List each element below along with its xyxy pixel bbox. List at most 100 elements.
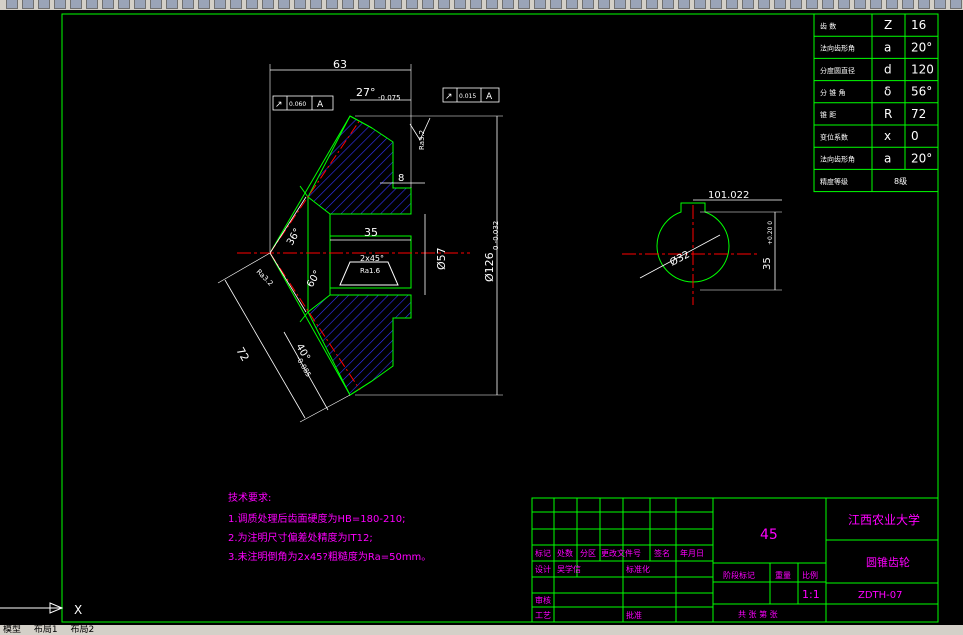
tab-layout2[interactable]: 布局2 (68, 625, 98, 635)
tb-approve: 批准 (626, 610, 642, 620)
toolbar-button[interactable] (854, 0, 866, 9)
param-value: 72 (911, 107, 926, 121)
toolbar-button[interactable] (342, 0, 354, 9)
toolbar-button[interactable] (182, 0, 194, 9)
toolbar-button[interactable] (646, 0, 658, 9)
tech-notes-title: 技术要求: (228, 491, 271, 504)
toolbar-button[interactable] (486, 0, 498, 9)
toolbar-button[interactable] (838, 0, 850, 9)
param-name: 法向齿形角 (820, 44, 855, 53)
tech-note-1: 1.调质处理后齿面硬度为HB=180-210; (228, 512, 405, 525)
toolbar-button[interactable] (54, 0, 66, 9)
toolbar-button[interactable] (22, 0, 34, 9)
tb-sign: 签名 (654, 548, 670, 558)
toolbar-button[interactable] (134, 0, 146, 9)
toolbar-button[interactable] (630, 0, 642, 9)
toolbar-button[interactable] (6, 0, 18, 9)
toolbar-button[interactable] (422, 0, 434, 9)
toolbar-button[interactable] (294, 0, 306, 9)
toolbar-button[interactable] (102, 0, 114, 9)
tb-stage-mark: 阶段标记 (723, 570, 755, 580)
toolbar-button[interactable] (150, 0, 162, 9)
param-symbol: d (884, 62, 892, 76)
toolbar-button[interactable] (534, 0, 546, 9)
rough-top: Ra3.2 (418, 130, 426, 150)
toolbar-button[interactable] (38, 0, 50, 9)
toolbar-button[interactable] (902, 0, 914, 9)
param-symbol: Z (884, 18, 892, 32)
chamfer-label: 2x45° (360, 254, 384, 263)
toolbar-button[interactable] (598, 0, 610, 9)
param-name: 齿 数 (820, 21, 836, 30)
toolbar-button[interactable] (502, 0, 514, 9)
toolbar-button[interactable] (678, 0, 690, 9)
param-name: 法向齿形角 (820, 155, 855, 164)
toolbar-button[interactable] (374, 0, 386, 9)
toolbar-button[interactable] (86, 0, 98, 9)
tb-standardize: 标准化 (626, 564, 650, 574)
toolbar-button[interactable] (886, 0, 898, 9)
toolbar-button[interactable] (454, 0, 466, 9)
svg-text:A: A (486, 92, 493, 102)
toolbar-button[interactable] (214, 0, 226, 9)
toolbar-button[interactable] (470, 0, 482, 9)
toolbar-button[interactable] (550, 0, 562, 9)
rough-inner: Ra1.6 (360, 267, 381, 275)
param-name: 分 锥 角 (820, 88, 845, 97)
param-symbol: δ (884, 85, 891, 99)
param-name: 变位系数 (820, 132, 848, 141)
toolbar-button[interactable] (406, 0, 418, 9)
toolbar-button[interactable] (918, 0, 930, 9)
param-value: 56° (911, 85, 932, 99)
param-symbol: R (884, 107, 892, 121)
param-value: 16 (911, 18, 926, 32)
toolbar-button[interactable] (870, 0, 882, 9)
toolbar-button[interactable] (390, 0, 402, 9)
toolbar-button[interactable] (566, 0, 578, 9)
dim-27-tol: -0.075 (378, 94, 401, 102)
toolbar-button[interactable] (438, 0, 450, 9)
dim-key-35-tol: +0.20 0 (767, 221, 774, 245)
toolbar-button[interactable] (694, 0, 706, 9)
tb-drawing-number: 45 (760, 527, 778, 543)
toolbar-button[interactable] (614, 0, 626, 9)
toolbar-button[interactable] (358, 0, 370, 9)
tab-model[interactable]: 模型 (0, 625, 24, 635)
toolbar-button[interactable] (950, 0, 962, 9)
toolbar-button[interactable] (262, 0, 274, 9)
toolbar-button[interactable] (246, 0, 258, 9)
tab-layout1[interactable]: 布局1 (31, 625, 61, 635)
tb-drawing-code: ZDTH-07 (858, 590, 903, 601)
toolbar-button[interactable] (166, 0, 178, 9)
toolbar-button[interactable] (230, 0, 242, 9)
toolbar-button[interactable] (326, 0, 338, 9)
toolbar-button[interactable] (310, 0, 322, 9)
toolbar-button[interactable] (822, 0, 834, 9)
param-name: 分度圆直径 (820, 66, 855, 75)
toolbar-button[interactable] (198, 0, 210, 9)
tb-count: 处数 (557, 548, 573, 558)
toolbar-button[interactable] (582, 0, 594, 9)
toolbar-button[interactable] (742, 0, 754, 9)
drawing-canvas[interactable]: 齿 数 Z 16 法向齿形角 a 20° 分度圆直径 d 120 分 锥 角 δ 56° 锥 距 R 72 变… (0, 10, 963, 625)
toolbar-button[interactable] (662, 0, 674, 9)
toolbar-button[interactable] (758, 0, 770, 9)
toolbar-button[interactable] (790, 0, 802, 9)
toolbar-button[interactable] (806, 0, 818, 9)
tb-scale: 1:1 (802, 588, 820, 601)
tb-weight: 重量 (775, 570, 791, 580)
tb-drafter: 吴学信 (557, 564, 581, 574)
dim-63: 63 (333, 58, 347, 71)
param-name: 锥 距 (820, 110, 836, 119)
toolbar-button[interactable] (118, 0, 130, 9)
svg-text:0.060: 0.060 (289, 101, 306, 108)
toolbar-button[interactable] (934, 0, 946, 9)
toolbar-button[interactable] (518, 0, 530, 9)
toolbar-button[interactable] (710, 0, 722, 9)
toolbar-button[interactable] (278, 0, 290, 9)
toolbar-button[interactable] (726, 0, 738, 9)
param-value: 0 (911, 129, 919, 143)
toolbar-button[interactable] (70, 0, 82, 9)
svg-text:↗: ↗ (445, 92, 453, 102)
toolbar-button[interactable] (774, 0, 786, 9)
